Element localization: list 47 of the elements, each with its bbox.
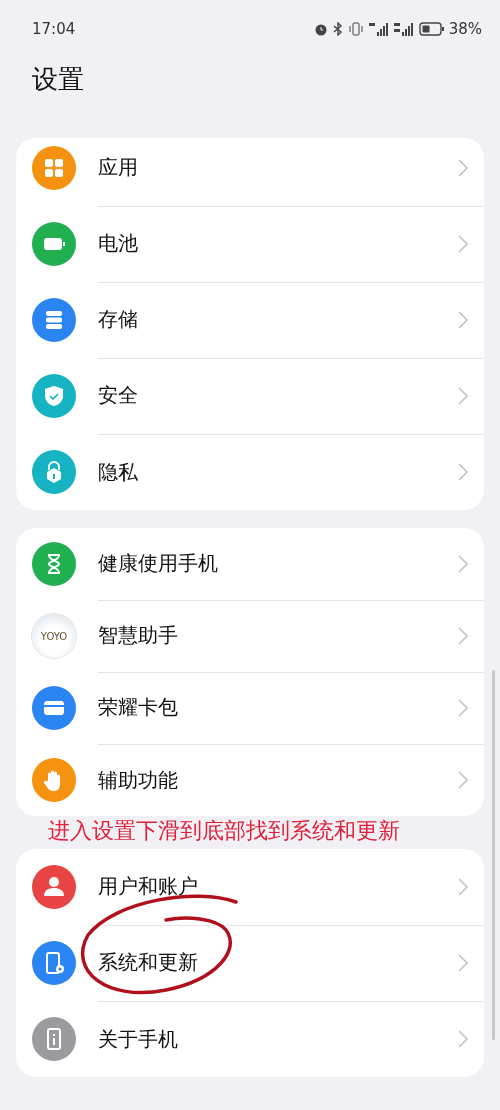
settings-label: 系统和更新 bbox=[98, 949, 199, 976]
chevron-icon bbox=[458, 698, 468, 717]
settings-row[interactable]: 荣耀卡包 bbox=[16, 672, 484, 744]
battery-icon bbox=[418, 22, 444, 36]
settings-row[interactable]: YOYO 智慧助手 bbox=[16, 600, 484, 672]
assistant-logo: YOYO bbox=[32, 614, 76, 658]
page-title: 设置 bbox=[31, 63, 85, 96]
settings-row[interactable]: 隐私 bbox=[16, 434, 484, 510]
chevron-icon bbox=[458, 234, 468, 253]
settings-row[interactable]: 存储 bbox=[16, 282, 484, 358]
chevron-icon bbox=[458, 310, 468, 329]
settings-label: 隐私 bbox=[98, 458, 139, 486]
settings-label: 安全 bbox=[98, 382, 139, 409]
settings-row[interactable]: 电池 bbox=[16, 206, 484, 282]
chevron-icon bbox=[458, 386, 468, 405]
chevron-icon bbox=[458, 554, 468, 573]
settings-row[interactable]: 系统和更新 bbox=[16, 925, 484, 1001]
bluetooth-icon bbox=[332, 22, 343, 36]
chevron-icon bbox=[458, 463, 468, 481]
settings-row[interactable]: 健康使用手机 bbox=[16, 528, 484, 600]
settings-label: 关于手机 bbox=[98, 1025, 179, 1053]
chevron-icon bbox=[458, 1030, 468, 1048]
chevron-icon bbox=[458, 158, 468, 177]
settings-label: 存储 bbox=[98, 306, 139, 333]
settings-label: 应用 bbox=[98, 154, 139, 181]
alarm-icon bbox=[313, 22, 328, 36]
signal-icon bbox=[393, 22, 414, 36]
chevron-icon bbox=[458, 771, 468, 789]
settings-label: 辅助功能 bbox=[98, 766, 179, 794]
settings-label: 荣耀卡包 bbox=[98, 694, 179, 721]
chevron-icon bbox=[458, 626, 468, 645]
battery-percent: 38% bbox=[448, 20, 482, 38]
signal-icon bbox=[368, 22, 389, 36]
settings-row[interactable]: 安全 bbox=[16, 358, 484, 434]
settings-label: 电池 bbox=[98, 230, 139, 257]
chevron-icon bbox=[458, 953, 468, 972]
vibrate-icon bbox=[347, 22, 364, 36]
settings-row[interactable]: 关于手机 bbox=[16, 1001, 484, 1077]
settings-row[interactable]: 辅助功能 bbox=[16, 744, 484, 816]
status-time: 17:04 bbox=[32, 20, 76, 38]
settings-row[interactable]: 用户和账户 bbox=[16, 849, 484, 925]
chevron-icon bbox=[458, 877, 468, 896]
annotation-text: 进入设置下滑到底部找到系统和更新 bbox=[48, 818, 400, 844]
settings-row[interactable]: 应用 bbox=[16, 138, 484, 206]
settings-label: 用户和账户 bbox=[98, 873, 199, 900]
settings-label: 健康使用手机 bbox=[98, 550, 219, 577]
settings-label: 智慧助手 bbox=[98, 622, 179, 649]
